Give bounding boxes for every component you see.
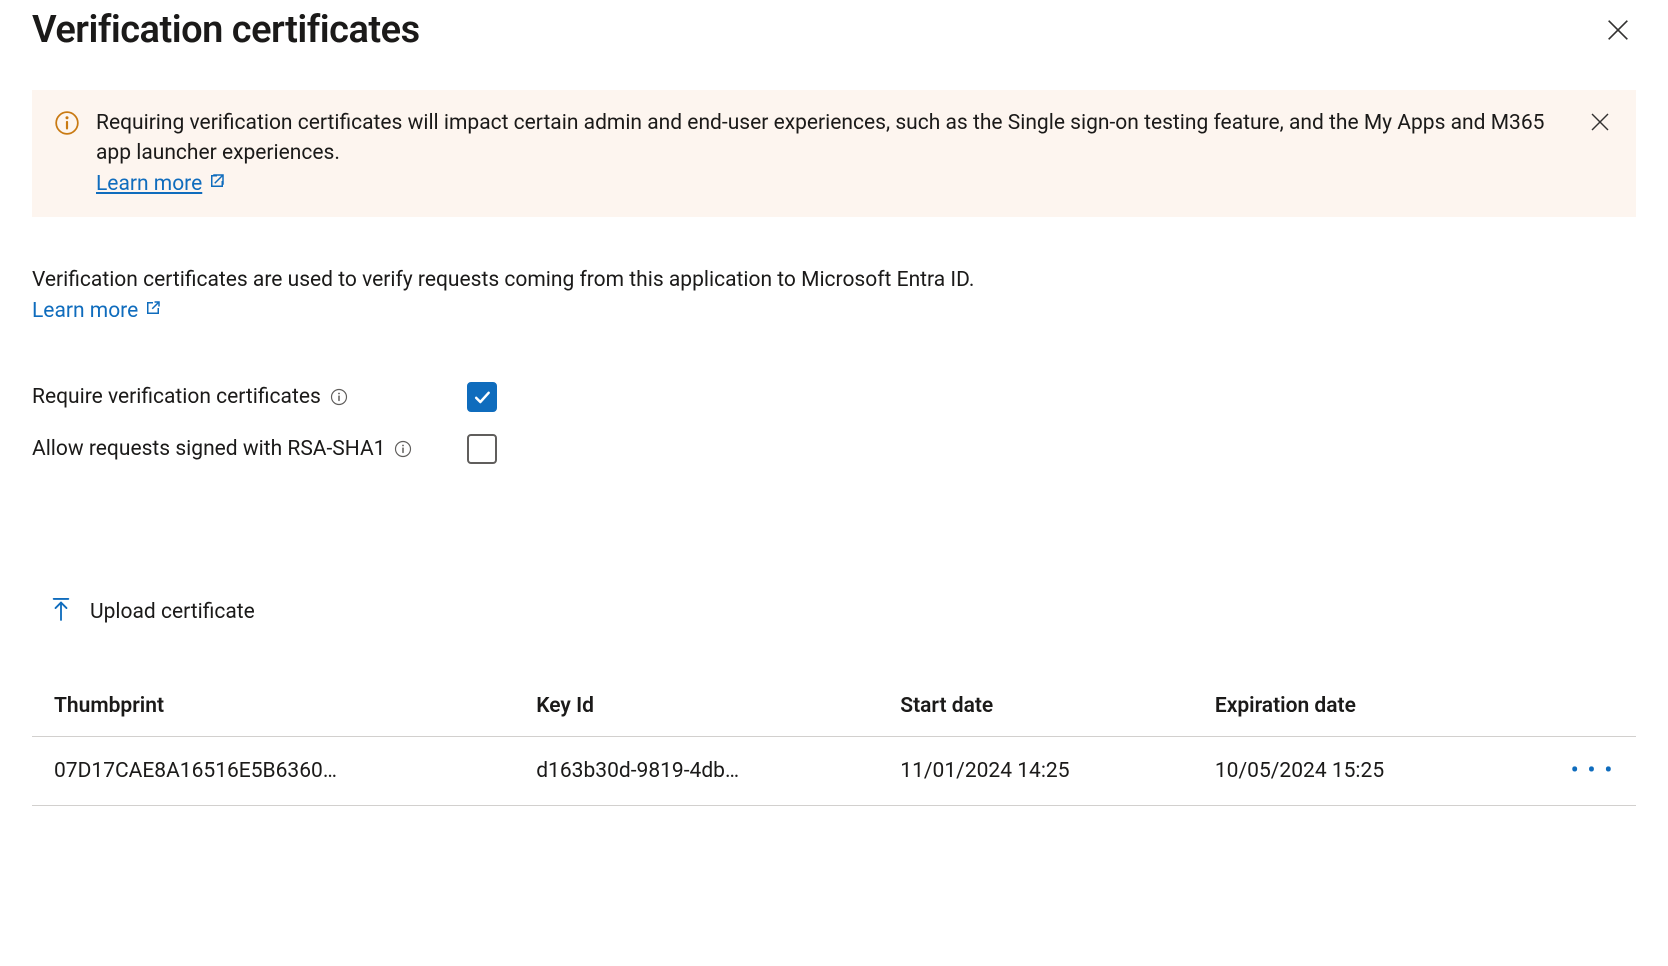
certificates-table-wrap: Thumbprint Key Id Start date Expiration … xyxy=(32,676,1636,806)
info-icon[interactable] xyxy=(393,439,413,459)
cell-thumbprint: 07D17CAE8A16516E5B6360… xyxy=(32,737,514,806)
page-title: Verification certificates xyxy=(32,8,420,52)
require-verification-row: Require verification certificates xyxy=(32,382,1636,412)
info-icon[interactable] xyxy=(329,387,349,407)
dismiss-banner-button[interactable] xyxy=(1586,108,1614,136)
upload-certificate-label: Upload certificate xyxy=(90,600,255,624)
cell-expiration-date: 10/05/2024 15:25 xyxy=(1193,737,1508,806)
external-link-icon xyxy=(208,169,226,199)
upload-icon xyxy=(50,596,72,628)
certificates-table: Thumbprint Key Id Start date Expiration … xyxy=(32,676,1636,806)
col-start-date[interactable]: Start date xyxy=(878,676,1193,737)
upload-certificate-button[interactable]: Upload certificate xyxy=(32,596,255,628)
close-icon xyxy=(1588,110,1612,134)
require-verification-checkbox[interactable] xyxy=(467,382,497,412)
require-verification-label: Require verification certificates xyxy=(32,385,321,409)
table-row[interactable]: 07D17CAE8A16516E5B6360… d163b30d-9819-4d… xyxy=(32,737,1636,806)
description-learn-more-text: Learn more xyxy=(32,299,138,323)
info-banner-message: Requiring verification certificates will… xyxy=(96,111,1544,165)
description-text: Verification certificates are used to ve… xyxy=(32,268,974,292)
panel-header: Verification certificates xyxy=(32,0,1636,90)
info-banner-message-block: Requiring verification certificates will… xyxy=(96,108,1562,199)
require-verification-label-wrap: Require verification certificates xyxy=(32,385,467,409)
description-block: Verification certificates are used to ve… xyxy=(32,265,1636,326)
settings-block: Require verification certificates Allow … xyxy=(32,382,1636,464)
allow-rsa-label: Allow requests signed with RSA-SHA1 xyxy=(32,437,385,461)
close-icon xyxy=(1604,16,1632,44)
allow-rsa-checkbox[interactable] xyxy=(467,434,497,464)
cell-start-date: 11/01/2024 14:25 xyxy=(878,737,1193,806)
col-thumbprint[interactable]: Thumbprint xyxy=(32,676,514,737)
table-header-row: Thumbprint Key Id Start date Expiration … xyxy=(32,676,1636,737)
col-key-id[interactable]: Key Id xyxy=(514,676,878,737)
col-actions xyxy=(1507,676,1636,737)
info-banner: Requiring verification certificates will… xyxy=(32,90,1636,217)
external-link-icon xyxy=(144,296,162,326)
verification-certificates-panel: Verification certificates Requiring veri… xyxy=(0,0,1668,846)
cell-key-id: d163b30d-9819-4db… xyxy=(514,737,878,806)
col-expiration-date[interactable]: Expiration date xyxy=(1193,676,1508,737)
allow-rsa-label-wrap: Allow requests signed with RSA-SHA1 xyxy=(32,437,467,461)
banner-learn-more-link[interactable]: Learn more xyxy=(96,172,226,196)
row-more-actions-button[interactable]: • • • xyxy=(1507,737,1636,806)
info-icon xyxy=(54,110,80,145)
ellipsis-icon: • • • xyxy=(1571,759,1614,783)
description-learn-more-link[interactable]: Learn more xyxy=(32,299,162,323)
banner-learn-more-text: Learn more xyxy=(96,172,202,196)
close-panel-button[interactable] xyxy=(1600,12,1636,48)
allow-rsa-row: Allow requests signed with RSA-SHA1 xyxy=(32,434,1636,464)
